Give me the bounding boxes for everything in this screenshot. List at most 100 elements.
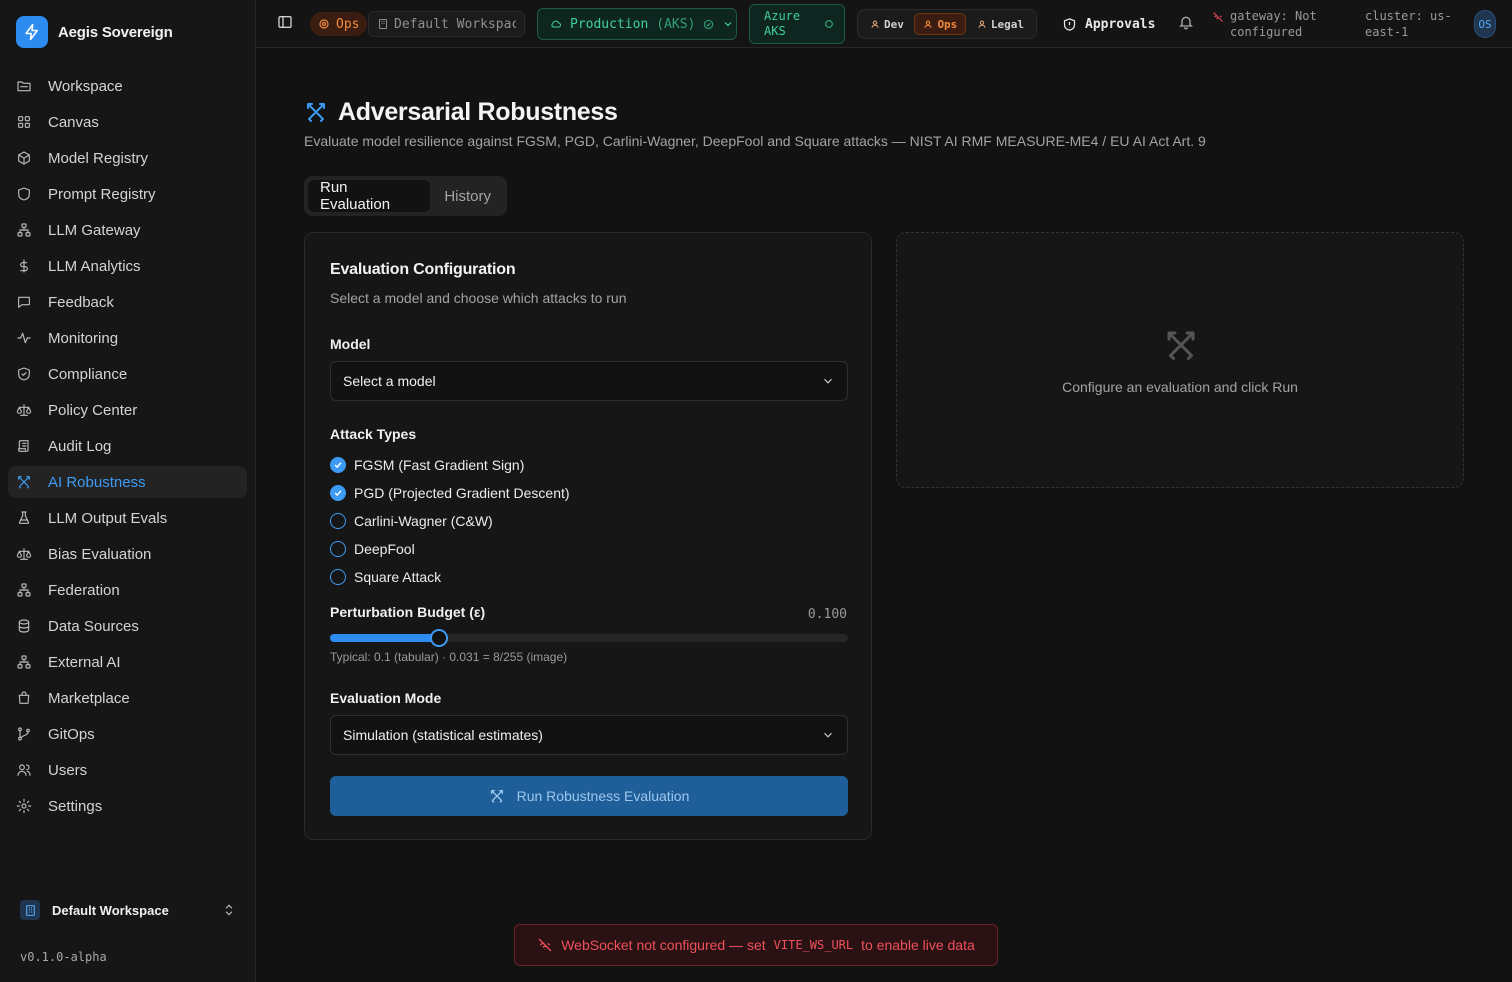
results-empty-state: Configure an evaluation and click Run bbox=[896, 232, 1464, 488]
checkbox-unchecked[interactable] bbox=[330, 541, 346, 557]
wifi-off-icon bbox=[537, 937, 553, 953]
sidebar-item-canvas[interactable]: Canvas bbox=[8, 106, 247, 138]
swords-icon bbox=[304, 100, 328, 124]
sidebar-item-prompt-registry[interactable]: Prompt Registry bbox=[8, 178, 247, 210]
git-branch-icon bbox=[16, 726, 32, 742]
sidebar-item-label: Prompt Registry bbox=[48, 185, 156, 203]
users-icon bbox=[16, 762, 32, 778]
bell-icon[interactable] bbox=[1178, 14, 1194, 30]
sidebar-item-bias-evaluation[interactable]: Bias Evaluation bbox=[8, 538, 247, 570]
sidebar-item-label: AI Robustness bbox=[48, 473, 146, 491]
sidebar-item-label: External AI bbox=[48, 653, 121, 671]
bag-icon bbox=[16, 690, 32, 706]
swords-icon bbox=[16, 474, 32, 490]
sidebar-item-marketplace[interactable]: Marketplace bbox=[8, 682, 247, 714]
attack-option[interactable]: Carlini-Wagner (C&W) bbox=[330, 507, 570, 535]
epsilon-slider[interactable] bbox=[330, 629, 848, 647]
model-select[interactable]: Select a model bbox=[330, 361, 848, 401]
sidebar-item-feedback[interactable]: Feedback bbox=[8, 286, 247, 318]
workspace-selector[interactable]: Default Workspace bbox=[368, 11, 525, 37]
sidebar-item-compliance[interactable]: Compliance bbox=[8, 358, 247, 390]
sidebar-item-label: Settings bbox=[48, 797, 103, 815]
sidebar-item-label: LLM Output Evals bbox=[48, 509, 168, 527]
network-icon bbox=[16, 654, 32, 670]
sidebar-item-label: GitOps bbox=[48, 725, 95, 743]
approvals-button[interactable]: Approvals bbox=[1062, 12, 1155, 36]
chevron-down-icon bbox=[821, 374, 835, 388]
attack-types-label: Attack Types bbox=[330, 426, 417, 442]
sidebar-item-workspace[interactable]: Workspace bbox=[8, 70, 247, 102]
sidebar-item-external-ai[interactable]: External AI bbox=[8, 646, 247, 678]
page-subtitle: Evaluate model resilience against FGSM, … bbox=[304, 133, 1206, 149]
sidebar-item-label: LLM Gateway bbox=[48, 221, 141, 239]
sidebar-item-label: Bias Evaluation bbox=[48, 545, 152, 563]
sidebar-item-label: LLM Analytics bbox=[48, 257, 141, 275]
card-title: Evaluation Configuration bbox=[330, 261, 516, 278]
persona-switcher: Dev Ops Legal bbox=[857, 9, 1037, 39]
sidebar-item-label: Canvas bbox=[48, 113, 99, 131]
websocket-warning-banner: WebSocket not configured — set VITE_WS_U… bbox=[514, 924, 998, 966]
app-name: Aegis Sovereign bbox=[58, 23, 173, 41]
attack-option[interactable]: DeepFool bbox=[330, 535, 570, 563]
tab-run-evaluation[interactable]: Run Evaluation bbox=[308, 179, 431, 213]
sidebar-item-ai-robustness[interactable]: AI Robustness bbox=[8, 466, 247, 498]
sidebar-item-label: Data Sources bbox=[48, 617, 139, 635]
persona-legal[interactable]: Legal bbox=[969, 13, 1032, 35]
message-icon bbox=[16, 294, 32, 310]
attack-option[interactable]: FGSM (Fast Gradient Sign) bbox=[330, 451, 570, 479]
database-icon bbox=[16, 618, 32, 634]
persona-dev[interactable]: Dev bbox=[862, 13, 912, 35]
gear-icon bbox=[318, 18, 330, 30]
sidebar-item-federation[interactable]: Federation bbox=[8, 574, 247, 606]
topbar: Ops Default Workspace Production (AKS) A… bbox=[256, 0, 1512, 48]
sidebar-item-gitops[interactable]: GitOps bbox=[8, 718, 247, 750]
evaluation-mode-select[interactable]: Simulation (statistical estimates) bbox=[330, 715, 848, 755]
network-icon bbox=[16, 582, 32, 598]
sidebar-item-settings[interactable]: Settings bbox=[8, 790, 247, 822]
checkbox-checked[interactable] bbox=[330, 485, 346, 501]
scale-icon bbox=[16, 546, 32, 562]
workspace-switcher[interactable]: Default Workspace bbox=[12, 893, 244, 927]
sidebar-item-model-registry[interactable]: Model Registry bbox=[8, 142, 247, 174]
dollar-icon bbox=[16, 258, 32, 274]
cluster-status: cluster: us- east-1 bbox=[1365, 9, 1452, 39]
checkbox-unchecked[interactable] bbox=[330, 569, 346, 585]
cloud-provider-badge[interactable]: Azure AKS bbox=[749, 4, 845, 44]
network-icon bbox=[16, 222, 32, 238]
checkbox-checked[interactable] bbox=[330, 457, 346, 473]
sidebar-item-label: Users bbox=[48, 761, 88, 779]
avatar[interactable]: OS bbox=[1474, 10, 1496, 38]
sidebar-item-policy-center[interactable]: Policy Center bbox=[8, 394, 247, 426]
sidebar-item-data-sources[interactable]: Data Sources bbox=[8, 610, 247, 642]
evaluation-mode-label: Evaluation Mode bbox=[330, 690, 442, 706]
persona-ops[interactable]: Ops bbox=[914, 13, 967, 35]
run-evaluation-button[interactable]: Run Robustness Evaluation bbox=[330, 776, 848, 816]
sidebar-item-audit-log[interactable]: Audit Log bbox=[8, 430, 247, 462]
app-version: v0.1.0-alpha bbox=[20, 950, 107, 964]
attack-type-list: FGSM (Fast Gradient Sign) PGD (Projected … bbox=[330, 451, 570, 591]
sidebar-item-llm-gateway[interactable]: LLM Gateway bbox=[8, 214, 247, 246]
shield-check-icon bbox=[16, 366, 32, 382]
workspace-name: Default Workspace bbox=[52, 902, 169, 918]
sidebar-item-users[interactable]: Users bbox=[8, 754, 247, 786]
sidebar-toggle-icon[interactable] bbox=[277, 14, 293, 30]
tab-history[interactable]: History bbox=[432, 180, 503, 212]
sidebar-nav: Workspace Canvas Model Registry Prompt Regi… bbox=[8, 70, 247, 826]
attack-option[interactable]: Square Attack bbox=[330, 563, 570, 591]
sidebar-item-llm-output-evals[interactable]: LLM Output Evals bbox=[8, 502, 247, 534]
sidebar-item-llm-analytics[interactable]: LLM Analytics bbox=[8, 250, 247, 282]
brand[interactable]: Aegis Sovereign bbox=[16, 16, 173, 48]
sidebar-item-monitoring[interactable]: Monitoring bbox=[8, 322, 247, 354]
checkbox-unchecked[interactable] bbox=[330, 513, 346, 529]
environment-selector[interactable]: Production (AKS) bbox=[537, 8, 737, 40]
page-title: Adversarial Robustness bbox=[304, 96, 618, 128]
gear-icon bbox=[923, 19, 933, 29]
chevron-down-icon bbox=[821, 728, 835, 742]
scale-icon bbox=[977, 19, 987, 29]
sidebar-item-label: Audit Log bbox=[48, 437, 112, 455]
persona-badge[interactable]: Ops bbox=[310, 12, 368, 36]
swords-icon bbox=[489, 788, 505, 804]
slider-thumb[interactable] bbox=[429, 629, 448, 647]
folder-icon bbox=[16, 78, 32, 94]
attack-option[interactable]: PGD (Projected Gradient Descent) bbox=[330, 479, 570, 507]
